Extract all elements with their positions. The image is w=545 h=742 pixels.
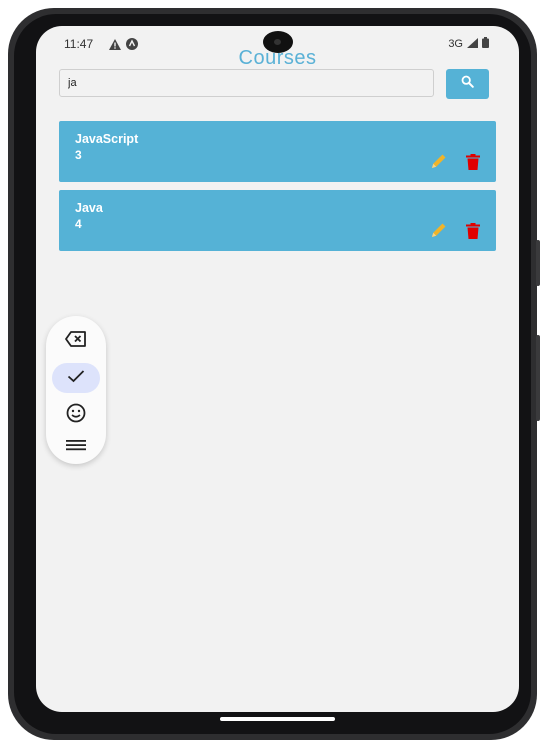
- floating-keyboard-toolbar: [46, 316, 106, 464]
- menu-button[interactable]: [52, 432, 100, 462]
- course-card[interactable]: JavaScript 3: [59, 121, 496, 182]
- search-input[interactable]: [59, 69, 434, 97]
- course-value: 4: [75, 217, 82, 231]
- course-name: Java: [75, 201, 103, 215]
- course-card[interactable]: Java 4: [59, 190, 496, 251]
- volume-button: [536, 240, 540, 286]
- check-button[interactable]: [52, 363, 100, 393]
- pencil-icon[interactable]: [430, 221, 448, 239]
- backspace-icon: [65, 330, 87, 352]
- backspace-button[interactable]: [52, 326, 100, 356]
- menu-icon: [66, 438, 86, 456]
- course-name: JavaScript: [75, 132, 139, 146]
- home-indicator[interactable]: [220, 717, 335, 721]
- trash-icon[interactable]: [466, 223, 480, 239]
- search-button[interactable]: [446, 69, 489, 99]
- trash-icon[interactable]: [466, 154, 480, 170]
- search-icon: [461, 75, 474, 93]
- app-screen: 11:47 3G Courses JavaScript 3: [36, 26, 519, 712]
- camera-cutout: [263, 31, 293, 53]
- emoji-icon: [66, 403, 86, 428]
- check-icon: [67, 369, 85, 388]
- course-value: 3: [75, 148, 82, 162]
- power-button: [536, 335, 540, 421]
- pencil-icon[interactable]: [430, 152, 448, 170]
- emoji-button[interactable]: [52, 400, 100, 430]
